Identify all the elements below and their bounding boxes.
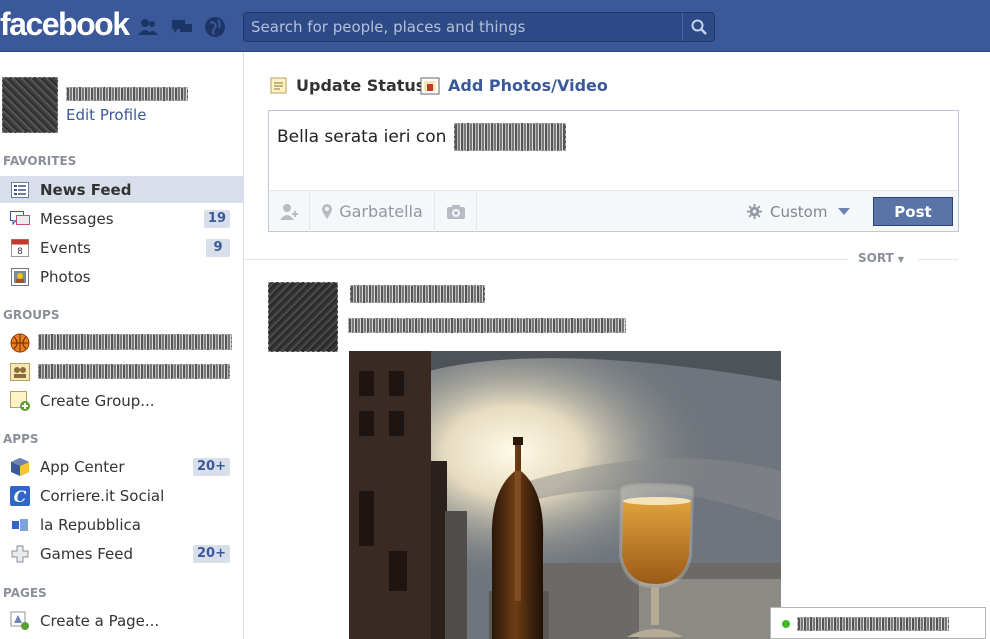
gear-icon	[747, 204, 762, 219]
sidebar-item-app-center[interactable]: App Center 20+	[0, 453, 243, 480]
edit-profile-link[interactable]: Edit Profile	[66, 106, 146, 124]
corriere-c-icon: C	[10, 486, 30, 506]
sidebar-item-label: Create Group...	[40, 391, 155, 410]
calendar-icon: 8	[10, 239, 30, 257]
story-subtitle-redacted	[348, 318, 626, 333]
repubblica-icon	[10, 516, 30, 534]
pages-section-title: PAGES	[3, 586, 47, 600]
sidebar-item-label: Create a Page...	[40, 611, 160, 630]
sidebar-item-games-feed[interactable]: Games Feed 20+	[0, 540, 243, 567]
feed-divider-right	[918, 259, 958, 260]
tab-label: Update Status	[296, 76, 426, 95]
tab-add-photos-video[interactable]: Add Photos/Video	[420, 76, 608, 95]
messages-icon[interactable]	[170, 16, 194, 38]
profile-avatar[interactable]	[2, 77, 58, 133]
messages-icon	[10, 210, 30, 228]
search-box[interactable]	[243, 12, 715, 42]
facebook-logo[interactable]: facebook	[0, 6, 130, 43]
story-author-avatar[interactable]	[268, 282, 338, 352]
status-composer[interactable]: Bella serata ieri con Garbatella Custom …	[268, 110, 959, 232]
sort-label: SORT	[858, 251, 894, 265]
camera-icon	[446, 204, 465, 219]
tab-update-status[interactable]: Update Status	[270, 76, 425, 95]
photos-icon	[10, 268, 30, 286]
status-pencil-icon	[270, 77, 287, 93]
sidebar-item-label: Photos	[40, 267, 91, 286]
add-photo-button[interactable]	[435, 191, 477, 232]
location-label: Garbatella	[339, 202, 423, 221]
create-group-icon	[10, 391, 30, 411]
story-author-name-redacted[interactable]	[350, 285, 485, 303]
story-photo[interactable]	[349, 351, 781, 639]
create-page-icon	[10, 611, 30, 630]
location-button[interactable]: Garbatella	[310, 191, 435, 232]
sidebar-item-corriere[interactable]: C Corriere.it Social	[0, 482, 243, 509]
sidebar-item-label: Games Feed	[40, 544, 134, 563]
apps-section-title: APPS	[3, 432, 39, 446]
sidebar-item-label: la Repubblica	[40, 515, 141, 534]
post-button[interactable]: Post	[873, 197, 953, 226]
messages-count-badge: 19	[203, 210, 230, 228]
sidebar-item-create-group[interactable]: Create Group...	[0, 387, 243, 414]
events-count-badge: 9	[206, 239, 230, 257]
news-feed-icon	[10, 181, 30, 199]
sidebar-item-label: Corriere.it Social	[40, 486, 165, 505]
sidebar-item-events[interactable]: 8 Events 9	[0, 234, 243, 261]
basketball-icon	[10, 333, 30, 353]
search-icon	[691, 19, 707, 35]
sidebar-item-messages[interactable]: Messages 19	[0, 205, 243, 232]
sidebar-item-news-feed[interactable]: News Feed	[0, 176, 243, 203]
sidebar-item-label: Events	[40, 238, 91, 257]
add-person-icon	[280, 203, 298, 220]
sidebar-item-group-2[interactable]	[0, 358, 243, 385]
tab-label: Add Photos/Video	[448, 76, 608, 95]
app-center-count-badge: 20+	[193, 458, 230, 476]
chat-contact-name-redacted	[797, 617, 949, 631]
left-sidebar: Edit Profile FAVORITES News Feed Message…	[0, 52, 244, 639]
beer-sunset-photo	[349, 351, 781, 639]
sidebar-item-group-1[interactable]	[0, 329, 243, 356]
online-status-dot	[782, 620, 790, 628]
tag-friends-button[interactable]	[269, 191, 310, 232]
audience-label: Custom	[770, 202, 828, 221]
search-button[interactable]	[682, 13, 714, 41]
favorites-section-title: FAVORITES	[3, 154, 77, 168]
puzzle-icon	[10, 545, 30, 563]
svg-text:8: 8	[17, 247, 23, 257]
group-people-icon	[10, 363, 30, 381]
sidebar-item-photos[interactable]: Photos	[0, 263, 243, 290]
chevron-down-icon: ▼	[897, 255, 905, 264]
chevron-down-icon	[838, 208, 851, 215]
notifications-globe-icon[interactable]	[203, 16, 227, 38]
composer-text: Bella serata ieri con	[277, 127, 447, 147]
group-name-redacted	[38, 334, 232, 350]
sidebar-item-la-repubblica[interactable]: la Repubblica	[0, 511, 243, 538]
sidebar-item-label: News Feed	[40, 180, 132, 199]
search-input[interactable]	[244, 13, 684, 41]
tagged-friend-redacted	[454, 123, 567, 151]
groups-section-title: GROUPS	[3, 308, 60, 322]
profile-name-redacted[interactable]	[66, 87, 188, 101]
games-feed-count-badge: 20+	[193, 545, 230, 563]
photo-tab-icon	[420, 77, 440, 94]
sidebar-item-label: Messages	[40, 209, 114, 228]
sidebar-item-create-page[interactable]: Create a Page...	[0, 607, 243, 634]
chat-tab[interactable]	[770, 607, 986, 639]
composer-textarea[interactable]: Bella serata ieri con	[277, 123, 567, 151]
friend-requests-icon[interactable]	[136, 16, 160, 38]
top-bar: facebook	[0, 0, 990, 52]
location-pin-icon	[322, 204, 333, 219]
composer-toolbar: Garbatella Custom Post	[269, 190, 958, 232]
audience-selector[interactable]: Custom	[747, 191, 851, 232]
sort-dropdown[interactable]: SORT ▼	[858, 251, 904, 265]
app-center-icon	[10, 458, 30, 476]
feed-divider	[244, 259, 848, 260]
sidebar-item-label: App Center	[40, 457, 125, 476]
group-name-redacted	[38, 364, 230, 379]
svg-text:C: C	[14, 487, 27, 506]
